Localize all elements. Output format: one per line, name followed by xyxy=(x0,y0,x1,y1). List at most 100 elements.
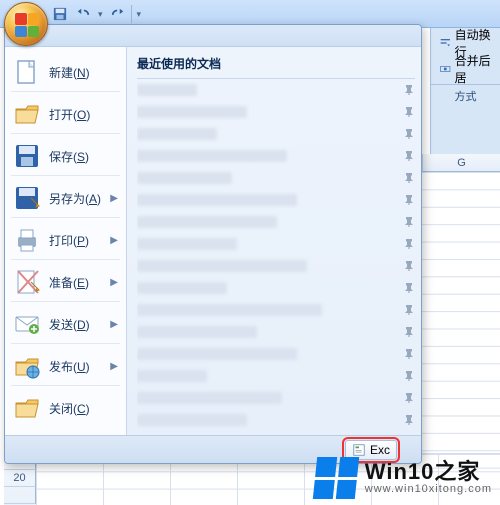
menu-item-label: 新建(N) xyxy=(49,64,90,81)
recent-doc-name-redacted xyxy=(137,304,322,316)
row-header-blank[interactable] xyxy=(4,487,36,504)
row-header-20[interactable]: 20 xyxy=(4,470,36,487)
recent-doc-item[interactable] xyxy=(137,299,415,321)
pin-icon[interactable] xyxy=(403,348,415,360)
submenu-chevron-icon: ▶ xyxy=(110,235,118,246)
recent-doc-item[interactable] xyxy=(137,387,415,409)
recent-doc-name-redacted xyxy=(137,392,282,404)
recent-doc-name-redacted xyxy=(137,84,197,96)
options-icon xyxy=(352,443,366,457)
submenu-chevron-icon: ▶ xyxy=(110,277,118,288)
menu-item-prepare[interactable]: 准备(E) ▶ xyxy=(5,261,126,303)
qat-undo-more[interactable]: ▾ xyxy=(96,9,105,20)
pin-icon[interactable] xyxy=(403,326,415,338)
pin-icon[interactable] xyxy=(403,282,415,294)
pin-icon[interactable] xyxy=(403,216,415,228)
recent-doc-name-redacted xyxy=(137,370,207,382)
pin-icon[interactable] xyxy=(403,84,415,96)
recent-doc-item[interactable] xyxy=(137,101,415,123)
menu-item-open[interactable]: 打开(O) xyxy=(5,93,126,135)
recent-doc-item[interactable] xyxy=(137,123,415,145)
recent-doc-item[interactable] xyxy=(137,365,415,387)
pin-icon[interactable] xyxy=(403,414,415,426)
qat-save-button[interactable] xyxy=(50,4,70,24)
menu-item-label: 发送(D) xyxy=(49,316,90,333)
save-icon xyxy=(13,142,41,170)
recent-docs-list xyxy=(137,79,415,429)
recent-doc-item[interactable] xyxy=(137,409,415,429)
quick-access-toolbar: ▾ ▾ xyxy=(50,4,143,24)
qat-redo-button[interactable] xyxy=(108,4,128,24)
recent-doc-name-redacted xyxy=(137,106,247,118)
open-icon xyxy=(13,100,41,128)
menu-item-label: 准备(E) xyxy=(49,274,89,291)
submenu-chevron-icon: ▶ xyxy=(110,319,118,330)
pin-icon[interactable] xyxy=(403,194,415,206)
pin-icon[interactable] xyxy=(403,304,415,316)
recent-doc-item[interactable] xyxy=(137,145,415,167)
recent-doc-item[interactable] xyxy=(137,343,415,365)
pin-icon[interactable] xyxy=(403,172,415,184)
pin-icon[interactable] xyxy=(403,238,415,250)
menu-item-send[interactable]: 发送(D) ▶ xyxy=(5,303,126,345)
menu-item-save[interactable]: 保存(S) xyxy=(5,135,126,177)
worksheet-grid[interactable]: G xyxy=(422,154,500,471)
menu-item-publish[interactable]: 发布(U) ▶ xyxy=(5,345,126,387)
recent-doc-item[interactable] xyxy=(137,211,415,233)
excel-options-label: Exc xyxy=(370,443,390,457)
ribbon-alignment-group: 自动换行 合并后居 方式 xyxy=(430,28,500,154)
grid-lines xyxy=(422,172,500,471)
recent-doc-item[interactable] xyxy=(137,321,415,343)
windows-logo-icon xyxy=(313,457,359,499)
recent-doc-item[interactable] xyxy=(137,189,415,211)
recent-doc-item[interactable] xyxy=(137,79,415,101)
wrap-text-button[interactable]: 自动换行 xyxy=(435,32,496,54)
merge-center-button[interactable]: 合并后居 xyxy=(435,58,496,80)
office-menu-commands: 新建(N)打开(O)保存(S)另存为(A)▶打印(P)▶准备(E)▶发送(D)▶… xyxy=(5,47,127,435)
redo-icon xyxy=(111,7,125,21)
saveas-icon xyxy=(13,184,41,212)
watermark-url: www.win10xitong.com xyxy=(365,483,492,495)
menu-item-label: 打开(O) xyxy=(49,106,90,123)
menu-item-saveas[interactable]: 另存为(A) ▶ xyxy=(5,177,126,219)
recent-docs-header: 最近使用的文档 xyxy=(137,53,415,79)
publish-icon xyxy=(13,352,41,380)
recent-doc-item[interactable] xyxy=(137,255,415,277)
send-icon xyxy=(13,310,41,338)
recent-doc-name-redacted xyxy=(137,194,297,206)
menu-item-label: 发布(U) xyxy=(49,358,90,375)
wrap-text-icon xyxy=(440,36,451,50)
print-icon xyxy=(13,226,41,254)
office-menu: 新建(N)打开(O)保存(S)另存为(A)▶打印(P)▶准备(E)▶发送(D)▶… xyxy=(4,24,422,464)
qat-customize[interactable]: ▾ xyxy=(135,9,144,20)
recent-doc-item[interactable] xyxy=(137,167,415,189)
prepare-icon xyxy=(13,268,41,296)
merge-center-label: 合并后居 xyxy=(455,52,491,86)
pin-icon[interactable] xyxy=(403,106,415,118)
column-header-G[interactable]: G xyxy=(422,154,500,172)
watermark-title: Win10之家 xyxy=(365,461,492,483)
pin-icon[interactable] xyxy=(403,370,415,382)
pin-icon[interactable] xyxy=(403,128,415,140)
menu-item-print[interactable]: 打印(P)▶ xyxy=(5,219,126,261)
office-button[interactable] xyxy=(4,2,48,46)
office-menu-recent-panel: 最近使用的文档 xyxy=(127,47,421,435)
new-icon xyxy=(13,58,41,86)
menu-item-label: 另存为(A) xyxy=(49,190,101,207)
recent-doc-name-redacted xyxy=(137,260,307,272)
submenu-chevron-icon: ▶ xyxy=(110,361,118,372)
save-icon xyxy=(53,7,67,21)
qat-undo-button[interactable] xyxy=(73,4,93,24)
menu-item-close[interactable]: 关闭(C) xyxy=(5,387,126,429)
recent-doc-name-redacted xyxy=(137,128,217,140)
recent-doc-item[interactable] xyxy=(137,233,415,255)
submenu-chevron-icon: ▶ xyxy=(110,193,118,204)
undo-icon xyxy=(76,7,90,21)
pin-icon[interactable] xyxy=(403,392,415,404)
menu-item-new[interactable]: 新建(N) xyxy=(5,51,126,93)
recent-doc-item[interactable] xyxy=(137,277,415,299)
recent-doc-name-redacted xyxy=(137,326,257,338)
pin-icon[interactable] xyxy=(403,260,415,272)
close-icon xyxy=(13,394,41,422)
pin-icon[interactable] xyxy=(403,150,415,162)
